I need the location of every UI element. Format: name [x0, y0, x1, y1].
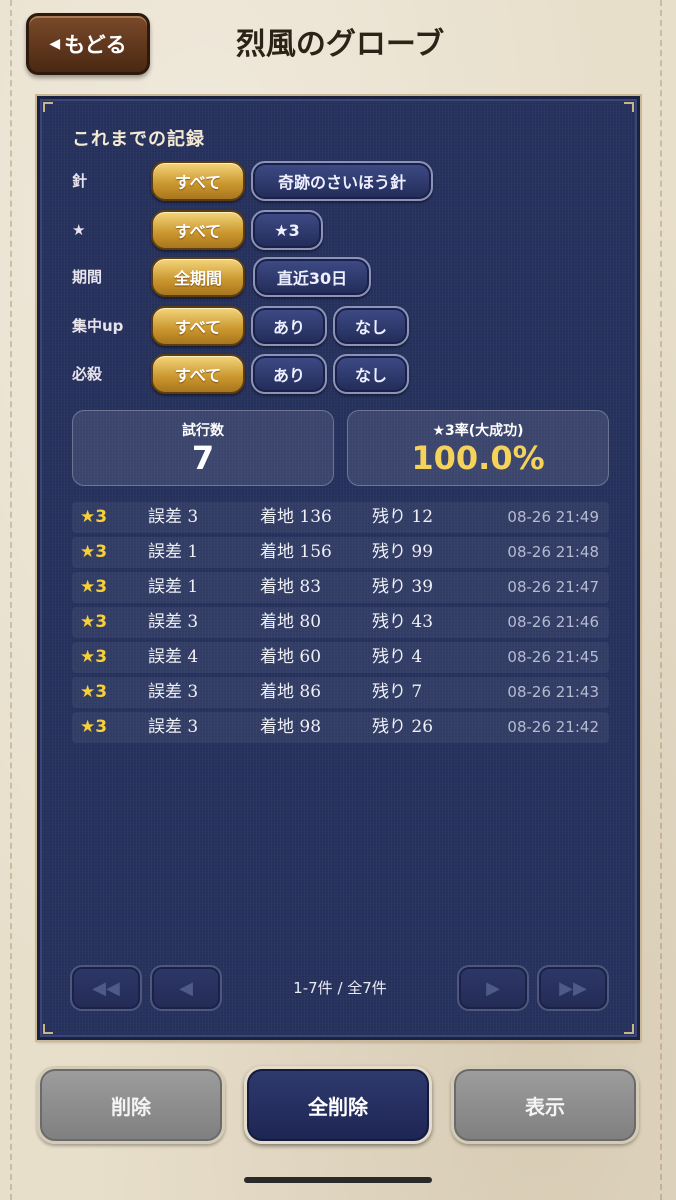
- row-time: 08-26 21:49: [507, 508, 599, 526]
- table-row: ★3 誤差 1 着地 156 残り 99 08-26 21:48: [72, 537, 609, 568]
- filter-focus-yes-button[interactable]: あり: [251, 306, 327, 346]
- row-remaining: 残り 4: [372, 647, 423, 667]
- filter-label-star: ★: [72, 221, 86, 239]
- corner-ornament: [43, 1024, 53, 1034]
- row-error: 誤差 3: [148, 682, 199, 702]
- filter-label-focus-up: 集中up: [72, 317, 124, 335]
- corner-ornament: [624, 102, 634, 112]
- row-star: ★3: [80, 717, 108, 737]
- corner-ornament: [43, 102, 53, 112]
- page-title: 烈風のグローブ: [235, 27, 445, 62]
- row-star: ★3: [80, 577, 108, 597]
- table-row: ★3 誤差 1 着地 83 残り 39 08-26 21:47: [72, 572, 609, 603]
- success-rate-value: 100.0%: [411, 439, 545, 477]
- row-time: 08-26 21:45: [507, 648, 599, 666]
- success-rate-stat: ★3率(大成功) 100.0%: [347, 410, 609, 486]
- row-remaining: 残り 39: [372, 577, 434, 597]
- left-stitching: [10, 0, 22, 1200]
- table-row: ★3 誤差 3 着地 98 残り 26 08-26 21:42: [72, 712, 609, 743]
- back-button-label: もどる: [64, 33, 127, 57]
- row-star: ★3: [80, 612, 108, 632]
- filter-focus-all-button[interactable]: すべて: [151, 306, 245, 346]
- filter-needle-all-button[interactable]: すべて: [151, 161, 245, 201]
- double-right-arrow-icon: ▶▶: [559, 977, 587, 999]
- row-remaining: 残り 7: [372, 682, 423, 702]
- first-page-button[interactable]: ◀◀: [70, 965, 142, 1011]
- right-arrow-icon: ▶: [486, 977, 500, 999]
- delete-all-button-label: 全削除: [308, 1094, 368, 1119]
- show-button-label: 表示: [525, 1094, 565, 1119]
- delete-button[interactable]: 削除: [37, 1066, 225, 1144]
- row-landing: 着地 156: [260, 542, 332, 562]
- row-error: 誤差 1: [148, 577, 199, 597]
- row-error: 誤差 3: [148, 717, 199, 737]
- filter-label-special: 必殺: [72, 365, 103, 383]
- row-time: 08-26 21:46: [507, 613, 599, 631]
- row-time: 08-26 21:42: [507, 718, 599, 736]
- trials-label: 試行数: [182, 423, 224, 439]
- show-button[interactable]: 表示: [451, 1066, 639, 1144]
- records-panel: これまでの記録 針 すべて 奇跡のさいほう針 ★ すべて ★3 期間 全期間 直…: [35, 94, 642, 1042]
- row-remaining: 残り 43: [372, 612, 434, 632]
- row-star: ★3: [80, 542, 108, 562]
- home-indicator: [244, 1177, 432, 1183]
- filter-label-period: 期間: [72, 268, 103, 286]
- filter-star-all-button[interactable]: すべて: [151, 210, 245, 250]
- row-star: ★3: [80, 647, 108, 667]
- filter-label-needle: 針: [72, 172, 88, 190]
- filter-special-no-button[interactable]: なし: [333, 354, 409, 394]
- filter-period-30days-button[interactable]: 直近30日: [253, 257, 371, 297]
- double-left-arrow-icon: ◀◀: [92, 977, 120, 999]
- row-landing: 着地 86: [260, 682, 322, 702]
- table-row: ★3 誤差 3 着地 86 残り 7 08-26 21:43: [72, 677, 609, 708]
- filter-focus-no-button[interactable]: なし: [333, 306, 409, 346]
- table-row: ★3 誤差 3 着地 136 残り 12 08-26 21:49: [72, 502, 609, 533]
- row-landing: 着地 60: [260, 647, 322, 667]
- row-landing: 着地 136: [260, 507, 332, 527]
- filter-period-all-button[interactable]: 全期間: [151, 257, 245, 297]
- delete-button-label: 削除: [111, 1094, 151, 1119]
- row-time: 08-26 21:43: [507, 683, 599, 701]
- row-landing: 着地 98: [260, 717, 322, 737]
- filter-star-3-button[interactable]: ★3: [251, 210, 323, 250]
- row-star: ★3: [80, 507, 108, 527]
- trials-value: 7: [191, 439, 215, 477]
- last-page-button[interactable]: ▶▶: [537, 965, 609, 1011]
- left-arrow-icon: ◀: [179, 977, 193, 999]
- row-remaining: 残り 26: [372, 717, 434, 737]
- right-stitching: [660, 0, 672, 1200]
- corner-ornament: [624, 1024, 634, 1034]
- row-error: 誤差 1: [148, 542, 199, 562]
- back-button[interactable]: ◀ もどる: [26, 13, 150, 75]
- filter-special-yes-button[interactable]: あり: [251, 354, 327, 394]
- back-arrow-icon: ◀: [49, 36, 61, 52]
- row-error: 誤差 3: [148, 612, 199, 632]
- row-landing: 着地 83: [260, 577, 322, 597]
- row-error: 誤差 4: [148, 647, 199, 667]
- filter-special-all-button[interactable]: すべて: [151, 354, 245, 394]
- filter-needle-miracle-button[interactable]: 奇跡のさいほう針: [251, 161, 433, 201]
- pagination-info: 1-7件 / 全7件: [293, 979, 387, 997]
- trials-stat: 試行数 7: [72, 410, 334, 486]
- row-time: 08-26 21:48: [507, 543, 599, 561]
- next-page-button[interactable]: ▶: [457, 965, 529, 1011]
- section-title: これまでの記録: [72, 129, 205, 150]
- table-row: ★3 誤差 3 着地 80 残り 43 08-26 21:46: [72, 607, 609, 638]
- row-landing: 着地 80: [260, 612, 322, 632]
- row-time: 08-26 21:47: [507, 578, 599, 596]
- row-star: ★3: [80, 682, 108, 702]
- delete-all-button[interactable]: 全削除: [244, 1066, 432, 1144]
- table-row: ★3 誤差 4 着地 60 残り 4 08-26 21:45: [72, 642, 609, 673]
- prev-page-button[interactable]: ◀: [150, 965, 222, 1011]
- success-rate-label: ★3率(大成功): [432, 423, 524, 439]
- row-remaining: 残り 99: [372, 542, 434, 562]
- row-error: 誤差 3: [148, 507, 199, 527]
- row-remaining: 残り 12: [372, 507, 434, 527]
